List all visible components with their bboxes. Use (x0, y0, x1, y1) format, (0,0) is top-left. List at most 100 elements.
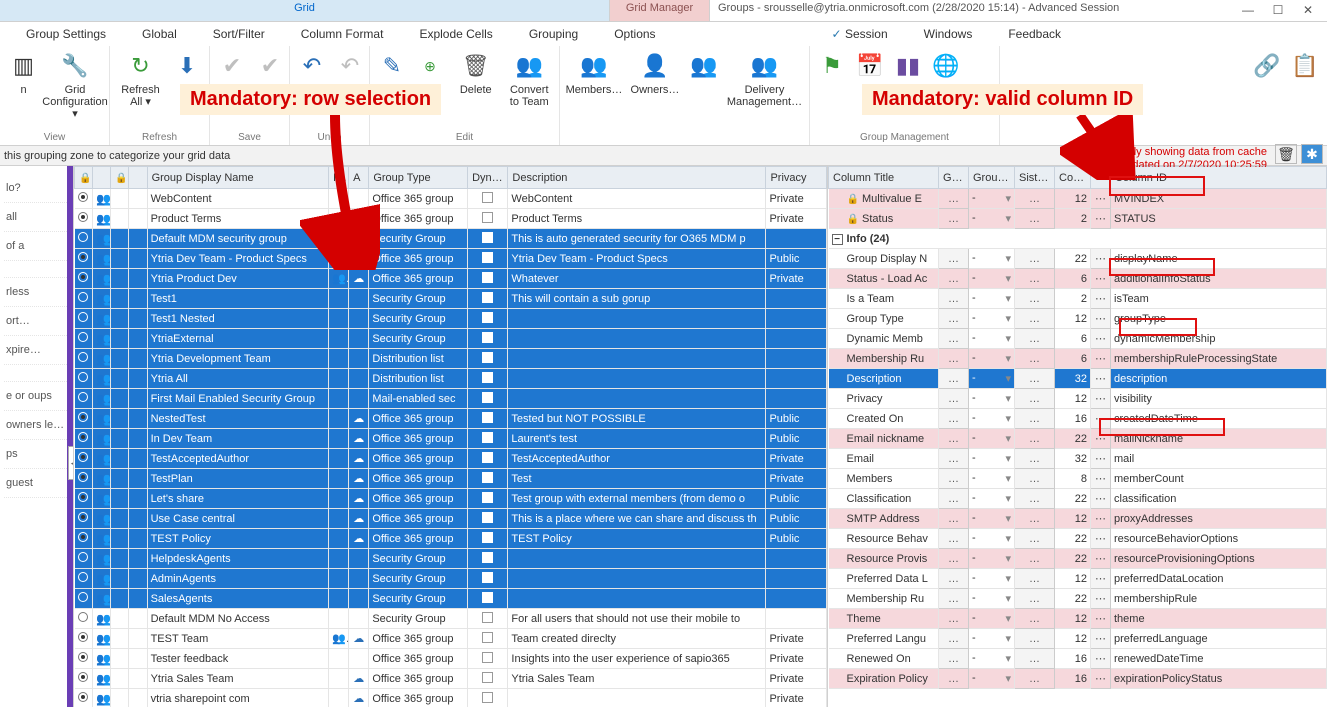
table-row[interactable]: 👥WebContentOffice 365 groupWebContentPri… (75, 189, 827, 209)
ribbon-flag[interactable]: ⚑ (816, 50, 848, 84)
picker-button[interactable]: … (939, 429, 969, 449)
menu-sort-filter[interactable]: Sort/Filter (195, 23, 283, 45)
left-nav-item[interactable]: lo? (4, 174, 69, 203)
picker-button[interactable]: … (1015, 309, 1055, 329)
main-col-header[interactable]: Description (508, 167, 766, 189)
main-col-header[interactable]: Privacy (766, 167, 827, 189)
radio-icon[interactable] (78, 472, 88, 482)
radio-icon[interactable] (78, 212, 88, 222)
main-col-header[interactable]: A (349, 167, 369, 189)
chevron-down-icon[interactable]: ▾ (1005, 212, 1011, 225)
chevron-down-icon[interactable]: ▾ (1005, 312, 1011, 325)
picker-button[interactable]: … (1015, 529, 1055, 549)
checkbox[interactable] (482, 332, 493, 343)
left-nav-item[interactable]: xpire… (4, 336, 69, 365)
chevron-down-icon[interactable]: ▾ (1005, 552, 1011, 565)
more-button[interactable]: ⋯ (1091, 649, 1111, 669)
maximize-button[interactable]: ☐ (1267, 2, 1289, 18)
more-button[interactable]: ⋯ (1091, 389, 1111, 409)
table-row[interactable]: Dynamic Memb…- ▾…6⋯dynamicMembership (829, 329, 1327, 349)
table-row[interactable]: 👥vtria sharepoint com☁Office 365 groupPr… (75, 689, 827, 707)
checkbox[interactable] (482, 392, 493, 403)
picker-button[interactable]: … (1015, 449, 1055, 469)
more-button[interactable]: ⋯ (1091, 369, 1111, 389)
table-row[interactable]: 👥Test1Security GroupThis will contain a … (75, 289, 827, 309)
table-row[interactable]: Membership Ru…- ▾…6⋯membershipRuleProces… (829, 349, 1327, 369)
picker-button[interactable]: … (1015, 269, 1055, 289)
picker-button[interactable]: … (1015, 189, 1055, 209)
checkbox[interactable] (482, 612, 493, 623)
checkbox[interactable] (482, 652, 493, 663)
table-row[interactable]: 👥Default MDM No AccessSecurity GroupFor … (75, 609, 827, 629)
main-col-header[interactable]: Group Type (369, 167, 468, 189)
checkbox[interactable] (482, 192, 493, 203)
radio-icon[interactable] (78, 692, 88, 702)
more-button[interactable]: ⋯ (1091, 249, 1111, 269)
picker-button[interactable]: … (939, 589, 969, 609)
table-row[interactable]: 👥Test1 NestedSecurity Group (75, 309, 827, 329)
more-button[interactable]: ⋯ (1091, 349, 1111, 369)
checkbox[interactable] (482, 272, 493, 283)
table-row[interactable]: Is a Team…- ▾…2⋯isTeam (829, 289, 1327, 309)
table-row[interactable]: Email nickname…- ▾…22⋯mailNickname (829, 429, 1327, 449)
checkbox[interactable] (482, 292, 493, 303)
ribbon-save[interactable]: ✔ (216, 50, 248, 84)
table-row[interactable]: SMTP Address…- ▾…12⋯proxyAddresses (829, 509, 1327, 529)
more-button[interactable]: ⋯ (1091, 309, 1111, 329)
main-col-header[interactable]: Group Display Name (147, 167, 328, 189)
more-button[interactable]: ⋯ (1091, 469, 1111, 489)
ribbon-add[interactable]: ⊕ (414, 50, 446, 84)
table-row[interactable]: 👥Use Case central☁Office 365 groupThis i… (75, 509, 827, 529)
table-row[interactable]: 👥Ytria AllDistribution list (75, 369, 827, 389)
table-row[interactable]: 👥Ytria Dev Team - Product Specs☁Office 3… (75, 249, 827, 269)
picker-button[interactable]: … (939, 389, 969, 409)
left-nav-item[interactable]: owners lected (4, 411, 69, 440)
menu-explode-cells[interactable]: Explode Cells (401, 23, 510, 45)
ribbon-save-selected[interactable]: ✔ (254, 50, 286, 84)
more-button[interactable]: ⋯ (1091, 509, 1111, 529)
picker-button[interactable]: … (939, 669, 969, 689)
picker-button[interactable]: … (939, 329, 969, 349)
picker-button[interactable]: … (939, 449, 969, 469)
picker-button[interactable]: … (1015, 349, 1055, 369)
settings-button[interactable]: ✱ (1301, 144, 1323, 164)
chevron-down-icon[interactable]: ▾ (1005, 672, 1011, 685)
radio-icon[interactable] (78, 412, 88, 422)
radio-icon[interactable] (78, 612, 88, 622)
table-row[interactable]: 👥YtriaExternalSecurity Group (75, 329, 827, 349)
checkbox[interactable] (482, 232, 493, 243)
picker-button[interactable]: … (939, 549, 969, 569)
ribbon-undo-2[interactable]: ↶ (334, 50, 366, 84)
picker-button[interactable]: … (939, 649, 969, 669)
table-row[interactable]: Status - Load Ac…- ▾…6⋯additionalInfoSta… (829, 269, 1327, 289)
chevron-down-icon[interactable]: ▾ (1005, 512, 1011, 525)
radio-icon[interactable] (78, 252, 88, 262)
picker-button[interactable]: … (939, 529, 969, 549)
ribbon-globe[interactable]: 🌐 (930, 50, 962, 84)
left-nav-item[interactable] (4, 261, 69, 278)
table-row[interactable]: Email…- ▾…32⋯mail (829, 449, 1327, 469)
chevron-down-icon[interactable]: ▾ (1005, 652, 1011, 665)
more-button[interactable]: ⋯ (1091, 669, 1111, 689)
left-nav-item[interactable]: all (4, 203, 69, 232)
table-row[interactable]: Resource Behav…- ▾…22⋯resourceBehaviorOp… (829, 529, 1327, 549)
column-grid[interactable]: Column TitleGrou…Group T…Sister …Colu…Co… (828, 166, 1327, 689)
chevron-down-icon[interactable]: ▾ (1005, 352, 1011, 365)
radio-icon[interactable] (78, 452, 88, 462)
grouping-zone[interactable]: this grouping zone to categorize your gr… (0, 146, 1327, 166)
more-button[interactable]: ⋯ (1091, 629, 1111, 649)
radio-icon[interactable] (78, 592, 88, 602)
ribbon-share[interactable]: 🔗 (1251, 50, 1283, 84)
ribbon-owners[interactable]: 👤Owners… (628, 50, 682, 96)
left-nav-item[interactable]: guest (4, 469, 69, 498)
checkbox[interactable] (482, 252, 493, 263)
picker-button[interactable]: … (939, 189, 969, 209)
radio-icon[interactable] (78, 552, 88, 562)
title-tab-grid-manager[interactable]: Grid Manager (610, 0, 710, 21)
collapse-icon[interactable]: − (832, 234, 843, 245)
table-row[interactable]: Created On…- ▾…16⋯createdDateTime (829, 409, 1327, 429)
table-row[interactable]: 👥HelpdeskAgentsSecurity Group (75, 549, 827, 569)
left-nav-item[interactable]: rless (4, 278, 69, 307)
picker-button[interactable]: … (939, 349, 969, 369)
right-col-header[interactable]: Sister … (1015, 167, 1055, 189)
